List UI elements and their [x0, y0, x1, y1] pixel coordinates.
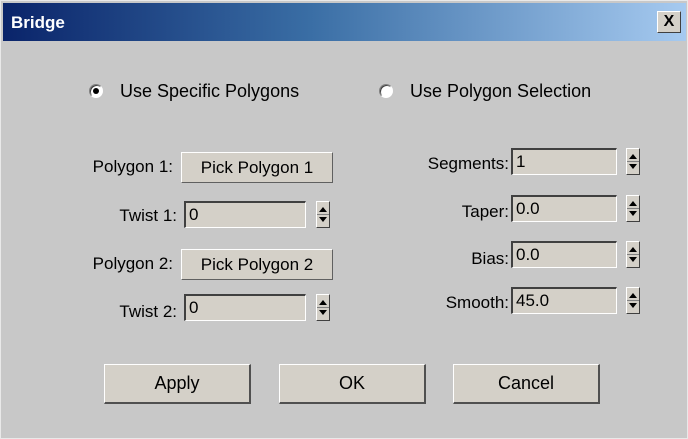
- polygon1-label: Polygon 1:: [92, 157, 173, 176]
- bridge-dialog: Bridge X Use Specific Polygons Use Polyg…: [0, 0, 688, 439]
- radio-use-polygon-selection[interactable]: Use Polygon Selection: [379, 81, 639, 105]
- dialog-title: Bridge: [11, 13, 65, 32]
- twist1-field[interactable]: 0: [184, 201, 306, 228]
- twist1-spinner[interactable]: [316, 201, 330, 228]
- close-button[interactable]: X: [657, 11, 681, 33]
- spinner-down-icon[interactable]: [629, 257, 637, 262]
- radio-use-specific-polygons[interactable]: Use Specific Polygons: [89, 81, 349, 105]
- smooth-spinner[interactable]: [626, 287, 640, 314]
- radio-label: Use Specific Polygons: [120, 81, 300, 101]
- pick-polygon1-button[interactable]: Pick Polygon 1: [181, 152, 333, 183]
- spinner-up-icon[interactable]: [629, 247, 637, 252]
- spinner-up-icon[interactable]: [629, 154, 637, 159]
- spinner-up-icon[interactable]: [629, 201, 637, 206]
- smooth-field[interactable]: 45.0: [511, 287, 617, 314]
- spinner-divider: [317, 307, 329, 308]
- radio-button[interactable]: [379, 84, 393, 98]
- spinner-divider: [627, 161, 639, 162]
- spinner-divider: [317, 214, 329, 215]
- title-bar[interactable]: Bridge X: [3, 3, 686, 41]
- twist2-spinner[interactable]: [316, 294, 330, 321]
- smooth-label: Smooth:: [445, 293, 509, 312]
- bias-label: Bias:: [471, 249, 509, 268]
- ok-button[interactable]: OK: [279, 364, 426, 404]
- close-icon: X: [663, 13, 675, 30]
- taper-field[interactable]: 0.0: [511, 195, 617, 222]
- spinner-up-icon[interactable]: [629, 293, 637, 298]
- twist2-field[interactable]: 0: [184, 294, 306, 321]
- bias-field[interactable]: 0.0: [511, 241, 617, 268]
- cancel-button[interactable]: Cancel: [453, 364, 600, 404]
- spinner-up-icon[interactable]: [319, 207, 327, 212]
- radio-label: Use Polygon Selection: [410, 81, 592, 101]
- taper-label: Taper:: [461, 202, 509, 221]
- pick-polygon2-button[interactable]: Pick Polygon 2: [181, 249, 333, 280]
- spinner-down-icon[interactable]: [629, 211, 637, 216]
- taper-spinner[interactable]: [626, 195, 640, 222]
- polygon2-label: Polygon 2:: [92, 254, 173, 273]
- twist2-label: Twist 2:: [119, 302, 177, 321]
- spinner-divider: [627, 300, 639, 301]
- segments-field[interactable]: 1: [511, 148, 617, 175]
- radio-dot: [93, 88, 99, 94]
- spinner-down-icon[interactable]: [319, 310, 327, 315]
- spinner-divider: [627, 254, 639, 255]
- segments-label: Segments:: [427, 154, 509, 173]
- radio-button[interactable]: [89, 84, 103, 98]
- spinner-divider: [627, 208, 639, 209]
- spinner-up-icon[interactable]: [319, 300, 327, 305]
- spinner-down-icon[interactable]: [319, 217, 327, 222]
- twist1-label: Twist 1:: [119, 206, 177, 225]
- apply-button[interactable]: Apply: [104, 364, 251, 404]
- spinner-down-icon[interactable]: [629, 164, 637, 169]
- spinner-down-icon[interactable]: [629, 303, 637, 308]
- segments-spinner[interactable]: [626, 148, 640, 175]
- bias-spinner[interactable]: [626, 241, 640, 268]
